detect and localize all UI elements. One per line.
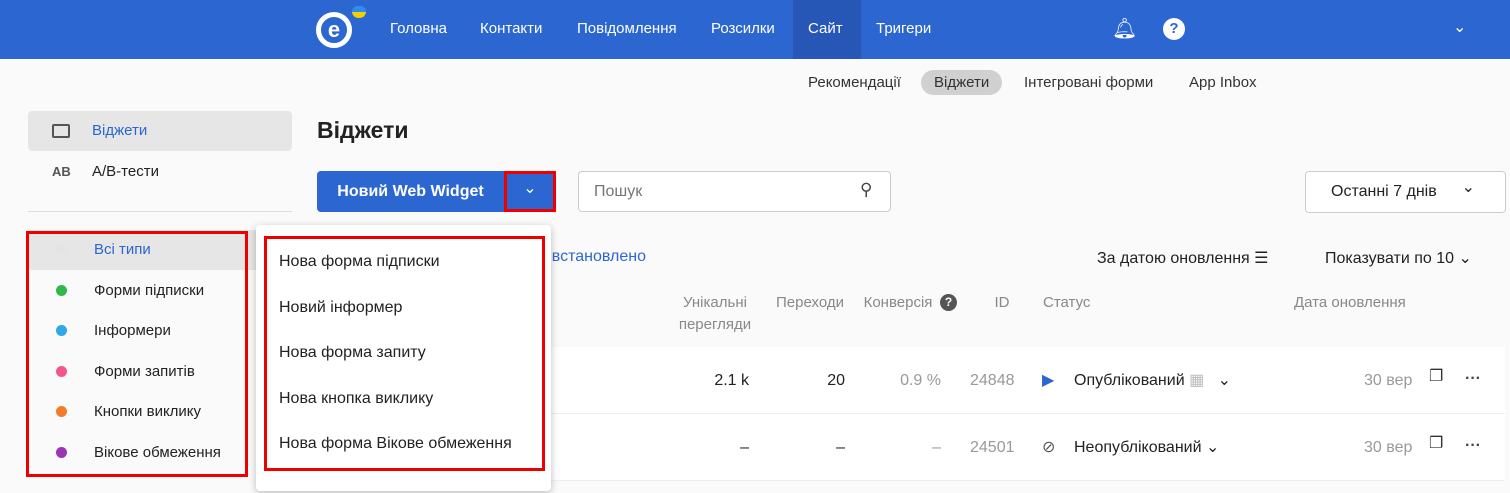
nav-campaigns[interactable]: Розсилки <box>696 0 790 59</box>
id-cell: 24501 <box>970 439 1015 456</box>
status-label: Опублікований <box>1074 372 1185 389</box>
col-conversion[interactable]: Конверсія <box>858 292 938 314</box>
clicks-cell: – <box>836 439 845 456</box>
nav-triggers[interactable]: Тригери <box>861 0 946 59</box>
chevron-down-icon: ⌄ <box>1217 372 1231 389</box>
more-options-icon[interactable]: ··· <box>1465 369 1481 389</box>
search-input[interactable] <box>578 171 891 212</box>
subtab-app-inbox[interactable]: App Inbox <box>1176 70 1270 95</box>
sort-select[interactable]: За датою оновлення ☰ <box>1097 248 1269 268</box>
copy-icon[interactable]: ❐ <box>1429 367 1443 387</box>
page-title: Віджети <box>317 117 409 143</box>
sidebar-item-label: А/В-тести <box>92 163 159 180</box>
play-icon: ▶ <box>1042 372 1055 389</box>
date-cell: 30 вер <box>1364 372 1413 389</box>
sidebar-item-label: Віджети <box>92 122 148 139</box>
sort-icon: ☰ <box>1254 250 1269 267</box>
status-label: Неопублікований <box>1074 439 1202 456</box>
chevron-down-icon: ⌄ <box>1206 439 1220 456</box>
col-unique-views[interactable]: Унікальні перегляди <box>665 292 765 336</box>
nav-site[interactable]: Сайт <box>793 0 861 59</box>
eye-off-icon: ⊘ <box>1042 439 1056 456</box>
more-options-icon[interactable]: ··· <box>1465 436 1481 456</box>
highlight-box <box>26 231 248 477</box>
nav-home[interactable]: Головна <box>375 0 462 59</box>
new-web-widget-button[interactable]: Новий Web Widget <box>317 171 504 212</box>
ab-icon: AB <box>52 164 71 179</box>
status-select[interactable]: Неопублікований ⌄ <box>1074 438 1219 458</box>
views-cell: – <box>740 439 749 456</box>
new-widget-button-group: Новий Web Widget ⌄ <box>317 171 556 212</box>
page-size-select[interactable]: Показувати по 10 ⌄ <box>1325 248 1472 268</box>
filter-link[interactable]: т встановлено <box>540 248 646 266</box>
col-updated[interactable]: Дата оновлення <box>1294 292 1406 314</box>
conversion-cell: 0.9 % <box>900 372 941 389</box>
conversion-cell: – <box>932 439 941 456</box>
views-cell: 2.1 k <box>714 372 749 389</box>
col-clicks[interactable]: Переходи <box>770 292 850 314</box>
divider <box>28 211 292 212</box>
widget-icon <box>52 124 70 138</box>
bell-icon[interactable]: 🔔︎ <box>1112 16 1137 41</box>
nav-messages[interactable]: Повідомлення <box>562 0 692 59</box>
chevron-down-icon: ⌄ <box>1461 179 1475 196</box>
help-icon[interactable]: ? <box>1163 18 1185 40</box>
col-status[interactable]: Статус <box>1043 292 1090 314</box>
subtab-widgets[interactable]: Віджети <box>921 70 1003 95</box>
copy-icon[interactable]: ❐ <box>1429 434 1443 454</box>
highlight-box <box>264 236 545 471</box>
page-size-label: Показувати по 10 <box>1325 250 1455 267</box>
date-range-value: Останні 7 днів <box>1331 183 1437 200</box>
search-icon: ⚲ <box>860 180 873 199</box>
calendar-icon: ▦ <box>1189 372 1205 389</box>
help-icon[interactable]: ? <box>940 294 957 311</box>
subtab-integrated-forms[interactable]: Інтегровані форми <box>1011 70 1166 95</box>
account-chevron-down-icon[interactable]: ⌄ <box>1453 17 1466 37</box>
sidebar-item-widgets[interactable]: Віджети <box>28 111 292 151</box>
date-range-select[interactable]: Останні 7 днів ⌄ <box>1305 171 1506 213</box>
sort-label: За датою оновлення <box>1097 250 1250 267</box>
id-cell: 24848 <box>970 372 1015 389</box>
date-cell: 30 вер <box>1364 439 1413 456</box>
sidebar-item-ab-tests[interactable]: AB А/В-тести <box>28 152 292 192</box>
subtab-recommendations[interactable]: Рекомендації <box>795 70 914 95</box>
status-select[interactable]: Опублікований ▦ ⌄ <box>1074 371 1231 391</box>
ukraine-heart-icon <box>352 6 366 18</box>
clicks-cell: 20 <box>827 372 845 389</box>
nav-contacts[interactable]: Контакти <box>465 0 557 59</box>
chevron-down-icon: ⌄ <box>1458 250 1472 267</box>
new-widget-dropdown-toggle[interactable]: ⌄ <box>504 171 556 212</box>
col-id[interactable]: ID <box>990 292 1014 314</box>
logo[interactable]: e <box>316 12 352 48</box>
